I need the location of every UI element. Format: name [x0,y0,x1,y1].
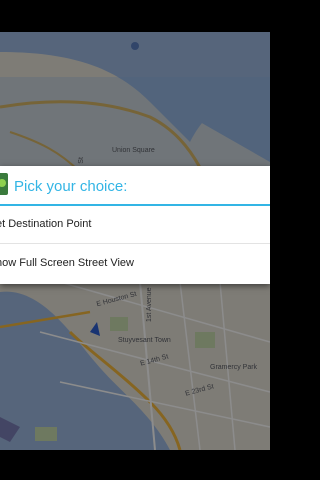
option-label: et Destination Point [0,218,92,230]
status-bar [0,0,270,32]
dialog-header: Pick your choice: [0,166,270,206]
navigation-bar [0,450,270,480]
choice-dialog: Pick your choice: et Destination Point h… [0,166,270,284]
dialog-title: Pick your choice: [14,178,128,195]
option-label: how Full Screen Street View [0,257,134,269]
app-icon [0,173,8,195]
option-full-screen-street-view[interactable]: how Full Screen Street View [0,245,270,283]
option-set-destination-point[interactable]: et Destination Point [0,206,270,244]
